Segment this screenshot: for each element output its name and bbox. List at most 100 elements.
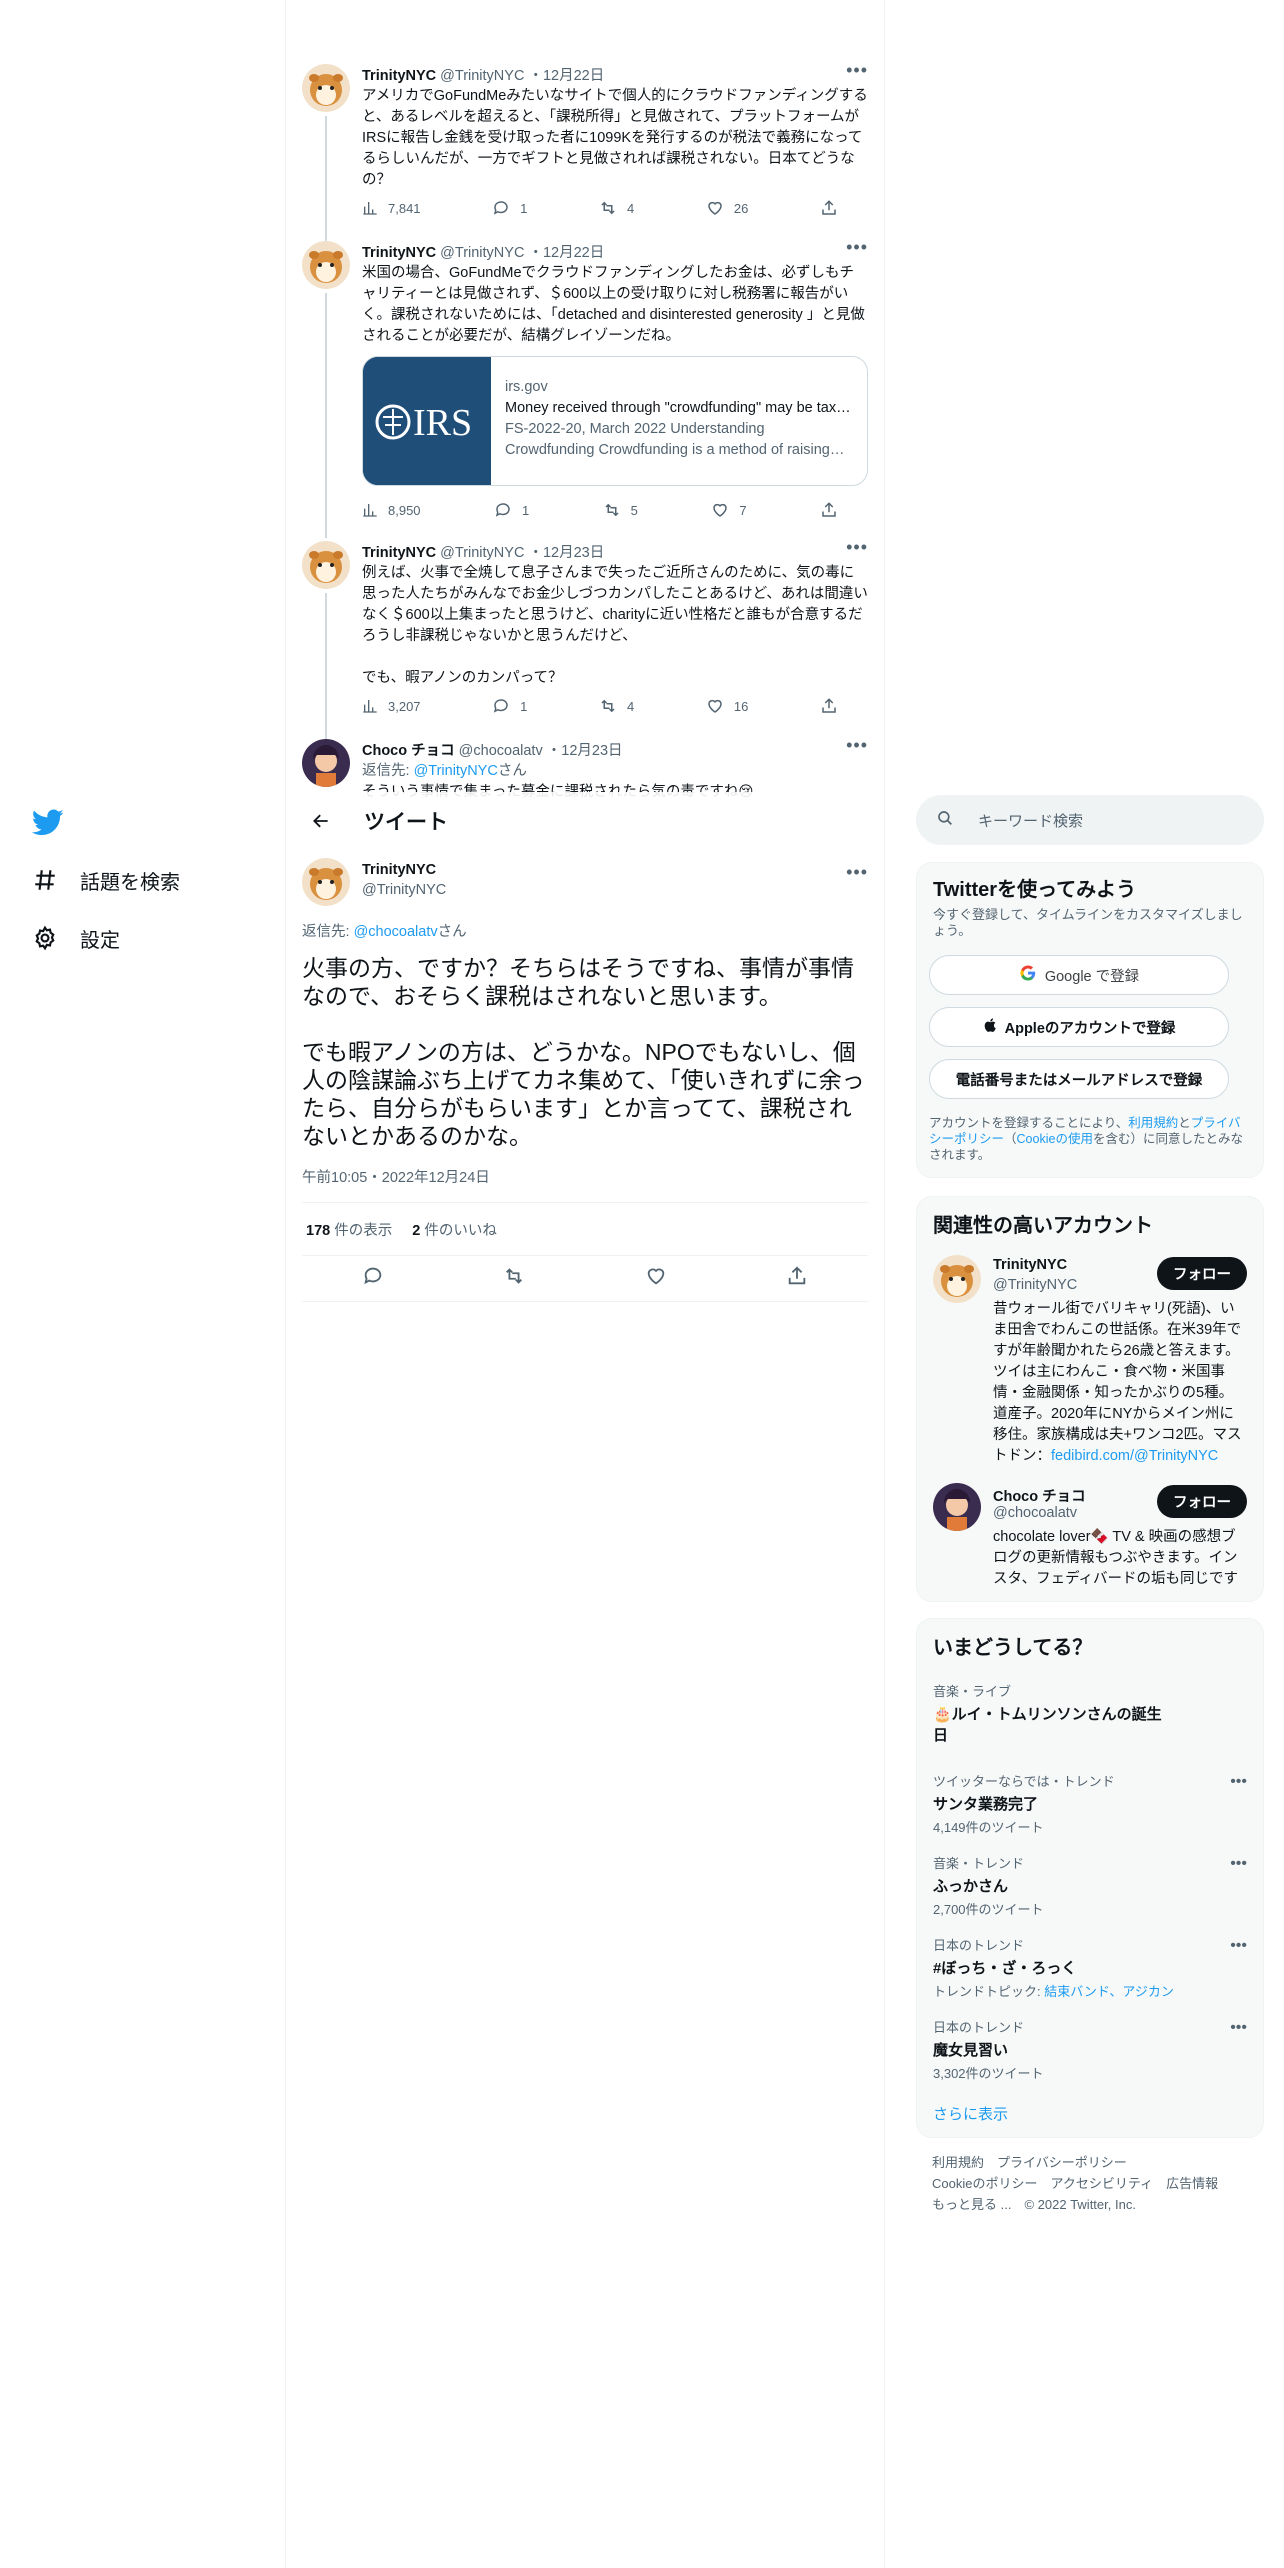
signup-title: Twitterを使ってみよう xyxy=(933,879,1137,901)
account-handle: @TrinityNYC xyxy=(993,1277,1078,1293)
share-button[interactable] xyxy=(820,199,848,217)
display-name[interactable]: TrinityNYC xyxy=(362,545,436,561)
tweet-actions: 3,207 1 4 16 xyxy=(362,696,848,716)
retweet-icon[interactable] xyxy=(503,1265,525,1292)
nav-settings[interactable]: 設定 xyxy=(30,918,120,958)
search-box[interactable]: キーワード検索 xyxy=(916,795,1264,845)
cookie-link[interactable]: Cookieの使用 xyxy=(1017,1132,1093,1146)
show-more-link[interactable]: さらに表示 xyxy=(933,2103,1008,2124)
account-row[interactable]: Choco チョコ @chocoalatv フォロー chocolate lov… xyxy=(917,1483,1263,1593)
reply-count: 1 xyxy=(521,502,530,518)
thread-tweet[interactable]: TrinityNYC @TrinityNYC ・12月22日 ••• 米国の場合… xyxy=(302,237,868,538)
terms-link[interactable]: 利用規約 xyxy=(1128,1116,1178,1130)
reply-icon[interactable] xyxy=(362,1265,384,1292)
views-stat[interactable]: 3,207 xyxy=(362,698,421,714)
tweet-date[interactable]: ・12月22日 xyxy=(528,245,604,261)
retweet-button[interactable]: 5 xyxy=(603,501,638,519)
trend-category: 日本のトレンド xyxy=(933,2020,1025,2035)
tweet-date[interactable]: ・12月23日 xyxy=(547,743,623,759)
reply-to-link[interactable]: @TrinityNYC xyxy=(414,763,498,779)
search-input[interactable]: キーワード検索 xyxy=(978,810,1083,831)
apple-signup-label: Appleのアカウントで登録 xyxy=(1004,1020,1176,1037)
reply-button[interactable]: 1 xyxy=(494,501,529,519)
heart-icon[interactable] xyxy=(645,1265,667,1292)
relevant-title: 関連性の高いアカウント xyxy=(933,1215,1153,1237)
retweet-button[interactable]: 4 xyxy=(599,199,634,217)
account-row[interactable]: TrinityNYC @TrinityNYC フォロー 昔ウォール街でバリキャリ… xyxy=(917,1255,1263,1465)
reply-button[interactable]: 1 xyxy=(492,697,527,715)
tweet-date[interactable]: ・12月23日 xyxy=(528,545,604,561)
page-title: ツイート xyxy=(364,811,448,834)
trend-item[interactable]: 音楽・ライブ 🎂ルイ・トムリンソンさんの誕生日 xyxy=(933,1681,1247,1745)
handle[interactable]: @chocoalatv xyxy=(459,743,543,759)
more-icon[interactable]: ••• xyxy=(1230,1773,1247,1791)
follow-button[interactable]: フォロー xyxy=(1157,1257,1247,1290)
footer-ads[interactable]: 広告情報 xyxy=(1166,2176,1218,2191)
avatar[interactable] xyxy=(302,739,350,787)
trend-topic-link[interactable]: 結束バンド、アジカン xyxy=(1044,1984,1174,1999)
handle[interactable]: @TrinityNYC xyxy=(440,245,524,261)
reply-context: 返信先: @TrinityNYCさん xyxy=(362,761,868,782)
tweet-date[interactable]: ・12月22日 xyxy=(528,68,604,84)
handle[interactable]: @TrinityNYC xyxy=(440,545,524,561)
footer-more[interactable]: もっと見る ... xyxy=(932,2197,1011,2212)
retweet-button[interactable]: 4 xyxy=(599,697,634,715)
thread-tweet[interactable]: Choco チョコ @chocoalatv ・12月23日 ••• 返信先: @… xyxy=(302,739,868,799)
tweet-timestamp[interactable]: 午前10:05・2022年12月24日 xyxy=(302,1166,490,1187)
more-icon[interactable]: ••• xyxy=(846,862,868,883)
more-icon[interactable]: ••• xyxy=(1230,1855,1247,1873)
display-name[interactable]: TrinityNYC xyxy=(362,68,436,84)
like-button[interactable]: 16 xyxy=(706,697,748,715)
link-card[interactable]: IRS irs.gov Money received through "crow… xyxy=(362,356,868,486)
apple-signup-button[interactable]: Appleのアカウントで登録 xyxy=(929,1007,1229,1047)
share-button[interactable] xyxy=(820,697,848,715)
trend-item[interactable]: 日本のトレンド #ぼっち・ざ・ろっく トレンドトピック: 結束バンド、アジカン … xyxy=(933,1935,1247,2000)
reply-to-link[interactable]: @chocoalatv xyxy=(354,924,438,940)
more-icon[interactable]: ••• xyxy=(846,739,868,756)
nav-explore[interactable]: 話題を検索 xyxy=(30,860,180,900)
share-icon[interactable] xyxy=(786,1265,808,1292)
thread-tweet[interactable]: TrinityNYC @TrinityNYC ・12月22日 ••• アメリカで… xyxy=(302,60,868,241)
handle[interactable]: @TrinityNYC xyxy=(440,68,524,84)
bio-link[interactable]: fedibird.com/@TrinityNYC xyxy=(1051,1448,1218,1464)
heart-icon xyxy=(708,201,722,215)
views-stat[interactable]: 178 件の表示 xyxy=(306,1219,392,1240)
more-icon[interactable]: ••• xyxy=(846,60,868,81)
avatar[interactable] xyxy=(933,1483,981,1531)
footer-terms[interactable]: 利用規約 xyxy=(932,2155,984,2170)
avatar[interactable] xyxy=(933,1255,981,1303)
twitter-logo-icon[interactable] xyxy=(31,806,64,838)
trend-topic-prefix: トレンドトピック: xyxy=(933,1984,1045,1999)
trend-item[interactable]: 音楽・トレンド ふっかさん 2,700件のツイート ••• xyxy=(933,1853,1247,1918)
share-button[interactable] xyxy=(820,501,848,519)
avatar[interactable] xyxy=(302,241,350,289)
display-name[interactable]: TrinityNYC xyxy=(362,245,436,261)
account-name: TrinityNYC xyxy=(993,1257,1068,1273)
google-signup-button[interactable]: Google で登録 xyxy=(929,955,1229,995)
trend-item[interactable]: 日本のトレンド 魔女見習い 3,302件のツイート ••• xyxy=(933,2017,1247,2082)
avatar[interactable] xyxy=(302,64,350,112)
footer-accessibility[interactable]: アクセシビリティ xyxy=(1050,2176,1153,2191)
more-icon[interactable]: ••• xyxy=(846,537,868,558)
likes-stat[interactable]: 2 件のいいね xyxy=(412,1219,497,1240)
views-stat[interactable]: 8,950 xyxy=(362,502,421,518)
back-arrow-icon[interactable] xyxy=(306,806,336,836)
footer-cookie[interactable]: Cookieのポリシー xyxy=(932,2176,1037,2191)
handle[interactable]: @TrinityNYC xyxy=(362,882,446,898)
reply-button[interactable]: 1 xyxy=(492,199,527,217)
avatar[interactable] xyxy=(302,858,350,906)
like-button[interactable]: 26 xyxy=(706,199,748,217)
footer-privacy[interactable]: プライバシーポリシー xyxy=(997,2155,1127,2170)
more-icon[interactable]: ••• xyxy=(1230,2019,1247,2037)
follow-button[interactable]: フォロー xyxy=(1157,1485,1247,1518)
views-stat[interactable]: 7,841 xyxy=(362,200,421,216)
more-icon[interactable]: ••• xyxy=(846,237,868,258)
more-icon[interactable]: ••• xyxy=(1230,1937,1247,1955)
trend-item[interactable]: ツイッターならでは・トレンド サンタ業務完了 4,149件のツイート ••• xyxy=(933,1771,1247,1836)
display-name[interactable]: TrinityNYC xyxy=(362,862,436,878)
thread-tweet[interactable]: TrinityNYC @TrinityNYC ・12月23日 ••• 例えば、火… xyxy=(302,537,868,783)
display-name[interactable]: Choco チョコ xyxy=(362,743,455,759)
avatar[interactable] xyxy=(302,541,350,589)
phone-signup-button[interactable]: 電話番号またはメールアドレスで登録 xyxy=(929,1059,1229,1099)
like-button[interactable]: 7 xyxy=(711,501,747,519)
